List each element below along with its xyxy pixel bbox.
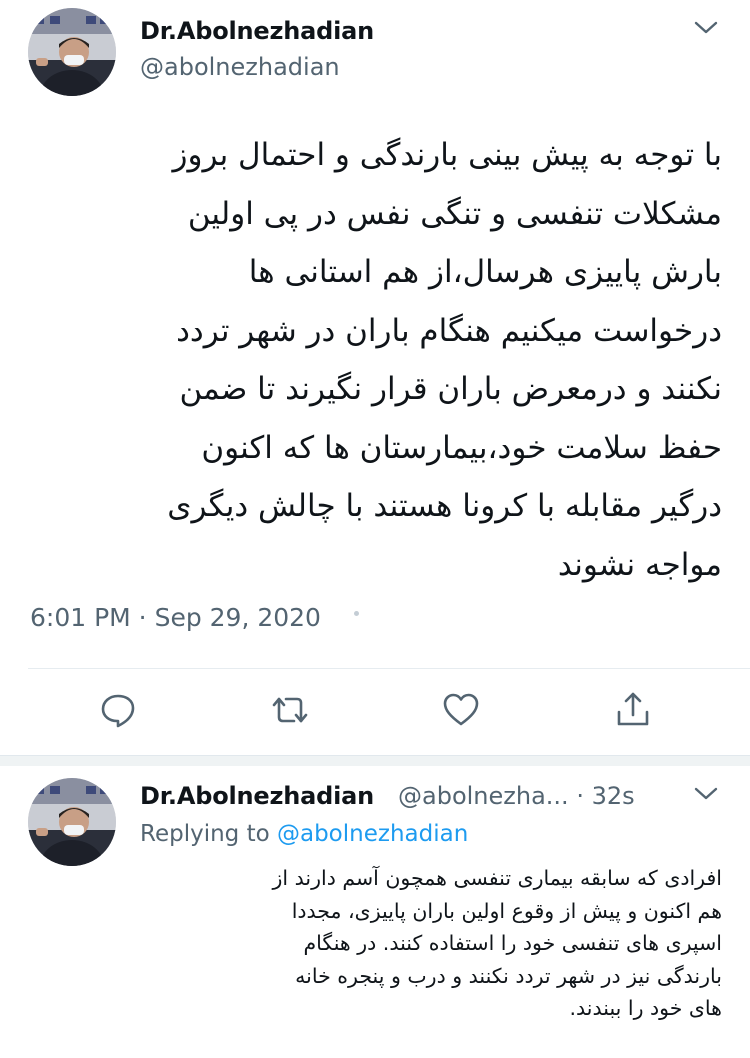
tweet-text-line: بارندگی نیز در شهر تردد نکنند و درب و پن… bbox=[295, 963, 722, 988]
separator-dot: · bbox=[576, 782, 584, 810]
reply-icon[interactable] bbox=[98, 690, 138, 730]
separator-dot bbox=[354, 611, 359, 616]
tweet-text-line: درگیر مقابله با کرونا هستند با چالش دیگر… bbox=[167, 488, 722, 524]
tweet-timestamp[interactable]: 6:01 PM · Sep 29, 2020 bbox=[30, 603, 321, 632]
tweet-text-line: هم اکنون و پیش از وقوع اولین باران پاییز… bbox=[291, 898, 722, 923]
avatar[interactable] bbox=[28, 8, 116, 96]
avatar[interactable] bbox=[28, 778, 116, 866]
tweet-text-line: های خود را ببندند. bbox=[569, 996, 722, 1020]
replying-to: Replying to @abolnezhadian bbox=[140, 821, 468, 847]
avatar-image bbox=[28, 8, 116, 96]
tweet-text-line: نکنند و درمعرض باران قرار نگیرند تا ضمن bbox=[179, 371, 722, 407]
tweet-text-line: مشکلات تنفسی و تنگی نفس در پی اولین bbox=[187, 195, 722, 232]
user-handle[interactable]: @abolnezhadian bbox=[140, 53, 340, 81]
user-handle[interactable]: @abolnezha... bbox=[398, 782, 569, 810]
share-icon[interactable] bbox=[613, 690, 653, 730]
tweet-text-line: بارش پاییزی هرسال،از هم استانی ها bbox=[248, 254, 722, 290]
tweet-text: افرادی که سابقه بیماری تنفسی همچون آسم د… bbox=[140, 862, 722, 1025]
display-name[interactable]: Dr.Abolnezhadian bbox=[140, 782, 374, 810]
tweet-text-line: حفظ سلامت خود،بیمارستان ها که اکنون bbox=[201, 429, 722, 466]
chevron-down-icon[interactable] bbox=[693, 786, 719, 802]
tweet-text-line: مواجه نشوند bbox=[557, 546, 722, 583]
retweet-icon[interactable] bbox=[270, 690, 310, 730]
replying-to-label: Replying to bbox=[140, 821, 270, 847]
tweet-thread-page: Dr.Abolnezhadian @abolnezhadian با توجه … bbox=[0, 0, 750, 1058]
tweet-text-line: اسپری های تنفسی خود را استفاده کنند. در … bbox=[303, 931, 722, 955]
tweet-text-line: با توجه به پیش بینی بارندگی و احتمال برو… bbox=[172, 137, 722, 173]
display-name[interactable]: Dr.Abolnezhadian bbox=[140, 17, 374, 45]
reply-meta: @abolnezha... · 32s bbox=[398, 782, 635, 810]
heart-icon[interactable] bbox=[441, 690, 481, 730]
divider bbox=[28, 668, 750, 669]
replying-to-mention[interactable]: @abolnezhadian bbox=[277, 821, 468, 847]
tweet-text-line: درخواست میکنیم هنگام باران در شهر تردد bbox=[176, 312, 722, 349]
tweet-time-ago[interactable]: 32s bbox=[592, 782, 635, 810]
tweet-text-line: افرادی که سابقه بیماری تنفسی همچون آسم د… bbox=[272, 866, 722, 890]
chevron-down-icon[interactable] bbox=[693, 20, 719, 36]
avatar-image bbox=[28, 778, 116, 866]
tweet-text: با توجه به پیش بینی بارندگی و احتمال برو… bbox=[30, 126, 722, 594]
section-separator bbox=[0, 755, 750, 766]
